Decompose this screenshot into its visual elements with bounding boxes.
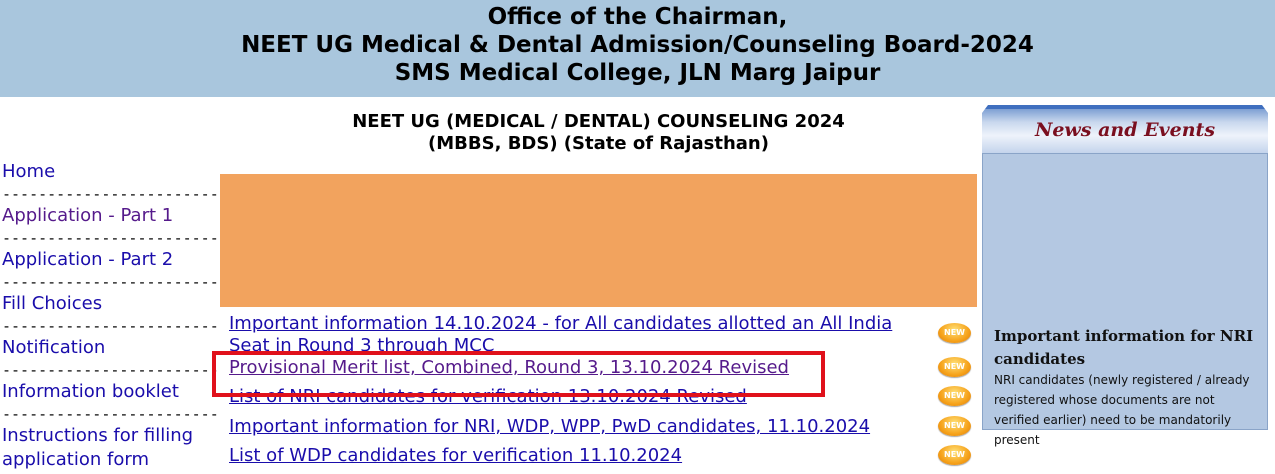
sidebar-item-home[interactable]: Home bbox=[2, 160, 210, 184]
sidebar-nav: Home ------------------------ Applicatio… bbox=[0, 160, 219, 472]
news-panel: News and Events Important information fo… bbox=[982, 105, 1268, 447]
sidebar-separator: ------------------------ bbox=[2, 273, 219, 291]
page-header: Office of the Chairman, NEET UG Medical … bbox=[0, 0, 1275, 97]
page-title: NEET UG (MEDICAL / DENTAL) COUNSELING 20… bbox=[220, 111, 977, 155]
sidebar-separator: ------------------------ bbox=[2, 361, 219, 379]
sidebar-item-fill-choices[interactable]: Fill Choices bbox=[2, 292, 210, 316]
sidebar-separator: ------------------------ bbox=[2, 317, 219, 335]
notice-link[interactable]: Important information for NRI, WDP, WPP,… bbox=[229, 416, 870, 437]
sidebar-separator: ------------------------ bbox=[2, 405, 219, 423]
banner-area bbox=[220, 174, 977, 307]
news-item-text: NRI candidates (newly registered / alrea… bbox=[994, 373, 1250, 447]
new-badge-icon: NEW bbox=[938, 357, 971, 377]
sidebar-separator: ------------------------ bbox=[2, 185, 219, 203]
header-line-2: NEET UG Medical & Dental Admission/Couns… bbox=[241, 32, 1034, 58]
new-badge-icon: NEW bbox=[938, 386, 971, 406]
sidebar-item-information-booklet[interactable]: Information booklet bbox=[2, 380, 210, 404]
notice-item: Important information for NRI, WDP, WPP,… bbox=[220, 416, 977, 445]
page-title-line-2: (MBBS, BDS) (State of Rajasthan) bbox=[428, 133, 769, 154]
new-badge-icon: NEW bbox=[938, 445, 971, 465]
sidebar-item-instructions[interactable]: Instructions for filling application for… bbox=[2, 424, 207, 472]
new-badge-icon: NEW bbox=[938, 323, 971, 343]
news-heading: News and Events bbox=[1034, 119, 1216, 141]
news-body: Important information for NRI candidates… bbox=[982, 153, 1268, 447]
header-line-3: SMS Medical College, JLN Marg Jaipur bbox=[394, 60, 881, 86]
new-badge-icon: NEW bbox=[938, 416, 971, 436]
news-heading-tab: News and Events bbox=[982, 105, 1268, 153]
notice-item: List of WDP candidates for verification … bbox=[220, 445, 977, 474]
header-line-1: Office of the Chairman, bbox=[487, 4, 788, 30]
sidebar-separator: ------------------------ bbox=[2, 229, 219, 247]
highlight-box bbox=[212, 351, 825, 397]
notice-link[interactable]: List of WDP candidates for verification … bbox=[229, 445, 682, 466]
sidebar-item-application-part-2[interactable]: Application - Part 2 bbox=[2, 248, 210, 272]
page-title-line-1: NEET UG (MEDICAL / DENTAL) COUNSELING 20… bbox=[352, 111, 845, 132]
sidebar-item-notification[interactable]: Notification bbox=[2, 336, 210, 360]
sidebar-item-application-part-1[interactable]: Application - Part 1 bbox=[2, 204, 210, 228]
notice-link[interactable]: Important information 14.10.2024 - for A… bbox=[229, 313, 892, 356]
news-item-title: Important information for NRI candidates bbox=[994, 327, 1254, 368]
